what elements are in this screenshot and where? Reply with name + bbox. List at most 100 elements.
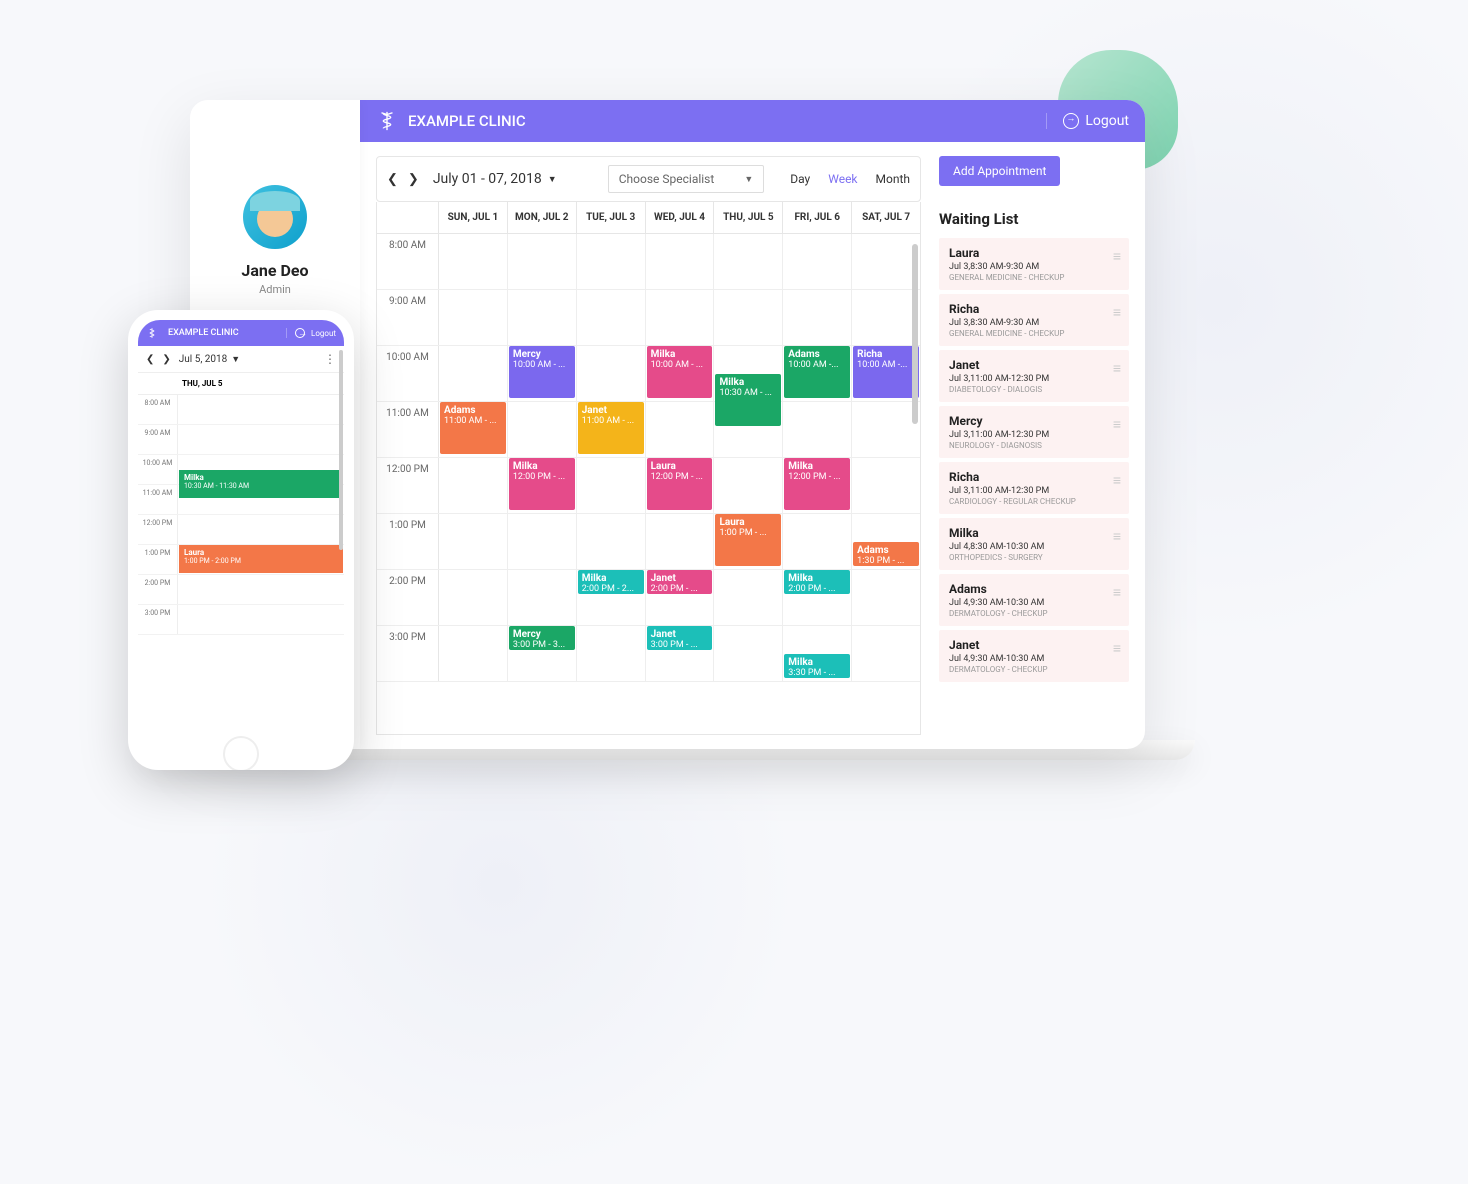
waiting-list-item[interactable]: JanetJul 4,9:30 AM-10:30 AMDERMATOLOGY -… bbox=[939, 630, 1129, 682]
calendar-cell[interactable] bbox=[783, 290, 852, 345]
logout-button[interactable]: Logout bbox=[1046, 113, 1129, 129]
calendar-cell[interactable]: Milka10:30 AM - 11:30 AM bbox=[178, 455, 344, 484]
appointment-event[interactable]: Laura12:00 PM - ... bbox=[647, 458, 713, 510]
calendar-cell[interactable] bbox=[852, 458, 920, 513]
appointment-event[interactable]: Milka2:00 PM - 2... bbox=[578, 570, 644, 594]
calendar-cell[interactable] bbox=[852, 402, 920, 457]
waiting-list-item[interactable]: LauraJul 3,8:30 AM-9:30 AMGENERAL MEDICI… bbox=[939, 238, 1129, 290]
calendar-cell[interactable] bbox=[577, 234, 646, 289]
calendar-cell[interactable]: Milka12:00 PM - ... bbox=[783, 458, 852, 513]
calendar-cell[interactable] bbox=[178, 605, 344, 634]
calendar-cell[interactable] bbox=[439, 346, 508, 401]
calendar-cell[interactable] bbox=[783, 514, 852, 569]
appointment-event[interactable]: Milka2:00 PM - ... bbox=[784, 570, 850, 594]
appointment-event[interactable]: Adams11:00 AM - ... bbox=[440, 402, 506, 454]
appointment-event[interactable]: Milka12:00 PM - ... bbox=[784, 458, 850, 510]
calendar-cell[interactable] bbox=[508, 514, 577, 569]
appointment-event[interactable]: Mercy3:00 PM - 3... bbox=[509, 626, 575, 650]
waiting-list-item[interactable]: AdamsJul 4,9:30 AM-10:30 AMDERMATOLOGY -… bbox=[939, 574, 1129, 626]
calendar-cell[interactable] bbox=[508, 402, 577, 457]
calendar-cell[interactable] bbox=[646, 234, 715, 289]
calendar-cell[interactable] bbox=[714, 458, 783, 513]
logout-button[interactable]: Logout bbox=[286, 328, 336, 338]
appointment-event[interactable]: Adams1:30 PM - ... bbox=[853, 542, 919, 566]
appointment-event[interactable]: Laura1:00 PM - 2:00 PM bbox=[179, 545, 343, 573]
calendar-cell[interactable]: Janet2:00 PM - ... bbox=[646, 570, 715, 625]
calendar-cell[interactable] bbox=[439, 290, 508, 345]
calendar-cell[interactable] bbox=[439, 458, 508, 513]
appointment-event[interactable]: Adams10:00 AM -... bbox=[784, 346, 850, 398]
calendar-cell[interactable] bbox=[646, 290, 715, 345]
appointment-event[interactable]: Milka3:30 PM - ... bbox=[784, 654, 850, 678]
view-week[interactable]: Week bbox=[828, 172, 857, 186]
scrollbar[interactable] bbox=[912, 244, 918, 424]
calendar-cell[interactable] bbox=[178, 485, 344, 514]
calendar-cell[interactable]: Milka10:00 AM - ... bbox=[646, 346, 715, 401]
calendar-cell[interactable]: Adams10:00 AM -... bbox=[783, 346, 852, 401]
appointment-event[interactable]: Janet2:00 PM - ... bbox=[647, 570, 713, 594]
calendar-cell[interactable] bbox=[577, 514, 646, 569]
home-button[interactable] bbox=[223, 736, 259, 770]
calendar-cell[interactable] bbox=[577, 458, 646, 513]
calendar-cell[interactable] bbox=[783, 234, 852, 289]
view-month[interactable]: Month bbox=[876, 172, 910, 186]
more-menu-icon[interactable]: ⋮ bbox=[324, 352, 336, 366]
waiting-list-item[interactable]: RichaJul 3,8:30 AM-9:30 AMGENERAL MEDICI… bbox=[939, 294, 1129, 346]
calendar-cell[interactable]: Milka2:00 PM - ... bbox=[783, 570, 852, 625]
appointment-event[interactable]: Janet3:00 PM - ... bbox=[647, 626, 713, 650]
calendar-cell[interactable] bbox=[178, 515, 344, 544]
prev-button[interactable]: ❮ bbox=[146, 354, 154, 365]
calendar-cell[interactable] bbox=[714, 402, 783, 457]
avatar[interactable] bbox=[243, 185, 307, 249]
calendar-cell[interactable] bbox=[508, 290, 577, 345]
calendar-cell[interactable]: Janet3:00 PM - ... bbox=[646, 626, 715, 681]
drag-handle-icon[interactable]: ≡ bbox=[1113, 472, 1121, 489]
calendar-cell[interactable] bbox=[783, 402, 852, 457]
calendar-cell[interactable]: Laura1:00 PM - ... bbox=[714, 514, 783, 569]
drag-handle-icon[interactable]: ≡ bbox=[1113, 304, 1121, 321]
calendar-cell[interactable] bbox=[178, 575, 344, 604]
calendar-cell[interactable]: Mercy3:00 PM - 3... bbox=[508, 626, 577, 681]
drag-handle-icon[interactable]: ≡ bbox=[1113, 248, 1121, 265]
next-button[interactable]: ❯ bbox=[162, 354, 170, 365]
view-day[interactable]: Day bbox=[790, 172, 810, 186]
drag-handle-icon[interactable]: ≡ bbox=[1113, 360, 1121, 377]
calendar-cell[interactable] bbox=[852, 290, 920, 345]
calendar-cell[interactable]: Milka12:00 PM - ... bbox=[508, 458, 577, 513]
appointment-event[interactable]: Richa10:00 AM -... bbox=[853, 346, 919, 398]
scrollbar[interactable] bbox=[339, 350, 343, 550]
calendar-cell[interactable] bbox=[646, 402, 715, 457]
calendar-cell[interactable] bbox=[439, 514, 508, 569]
calendar-cell[interactable]: Mercy10:00 AM - ... bbox=[508, 346, 577, 401]
calendar-cell[interactable] bbox=[178, 395, 344, 424]
appointment-event[interactable]: Milka10:00 AM - ... bbox=[647, 346, 713, 398]
calendar-cell[interactable]: Adams1:30 PM - ... bbox=[852, 514, 920, 569]
calendar-cell[interactable] bbox=[439, 234, 508, 289]
calendar-cell[interactable] bbox=[714, 626, 783, 681]
calendar-cell[interactable] bbox=[577, 290, 646, 345]
calendar-cell[interactable]: Milka10:30 AM - ... bbox=[714, 346, 783, 401]
calendar-cell[interactable]: Adams11:00 AM - ... bbox=[439, 402, 508, 457]
drag-handle-icon[interactable]: ≡ bbox=[1113, 528, 1121, 545]
add-appointment-button[interactable]: Add Appointment bbox=[939, 156, 1060, 186]
calendar-cell[interactable] bbox=[852, 570, 920, 625]
date-picker[interactable]: Jul 5, 2018 ▼ bbox=[179, 354, 240, 365]
waiting-list-item[interactable]: MilkaJul 4,8:30 AM-10:30 AMORTHOPEDICS -… bbox=[939, 518, 1129, 570]
waiting-list-item[interactable]: MercyJul 3,11:00 AM-12:30 PMNEUROLOGY - … bbox=[939, 406, 1129, 458]
waiting-list-item[interactable]: RichaJul 3,11:00 AM-12:30 PMCARDIOLOGY -… bbox=[939, 462, 1129, 514]
calendar-cell[interactable]: Janet11:00 AM - ... bbox=[577, 402, 646, 457]
calendar-cell[interactable] bbox=[178, 425, 344, 454]
calendar-cell[interactable] bbox=[714, 570, 783, 625]
calendar-cell[interactable]: Milka3:30 PM - ... bbox=[783, 626, 852, 681]
calendar-cell[interactable] bbox=[439, 626, 508, 681]
appointment-event[interactable]: Janet11:00 AM - ... bbox=[578, 402, 644, 454]
specialist-select[interactable]: Choose Specialist ▼ bbox=[608, 165, 764, 193]
appointment-event[interactable]: Milka12:00 PM - ... bbox=[509, 458, 575, 510]
calendar-cell[interactable] bbox=[508, 234, 577, 289]
calendar-cell[interactable]: Milka2:00 PM - 2... bbox=[577, 570, 646, 625]
calendar-cell[interactable] bbox=[646, 514, 715, 569]
calendar-cell[interactable] bbox=[508, 570, 577, 625]
calendar-cell[interactable]: Laura1:00 PM - 2:00 PM bbox=[178, 545, 344, 574]
drag-handle-icon[interactable]: ≡ bbox=[1113, 416, 1121, 433]
appointment-event[interactable]: Laura1:00 PM - ... bbox=[715, 514, 781, 566]
